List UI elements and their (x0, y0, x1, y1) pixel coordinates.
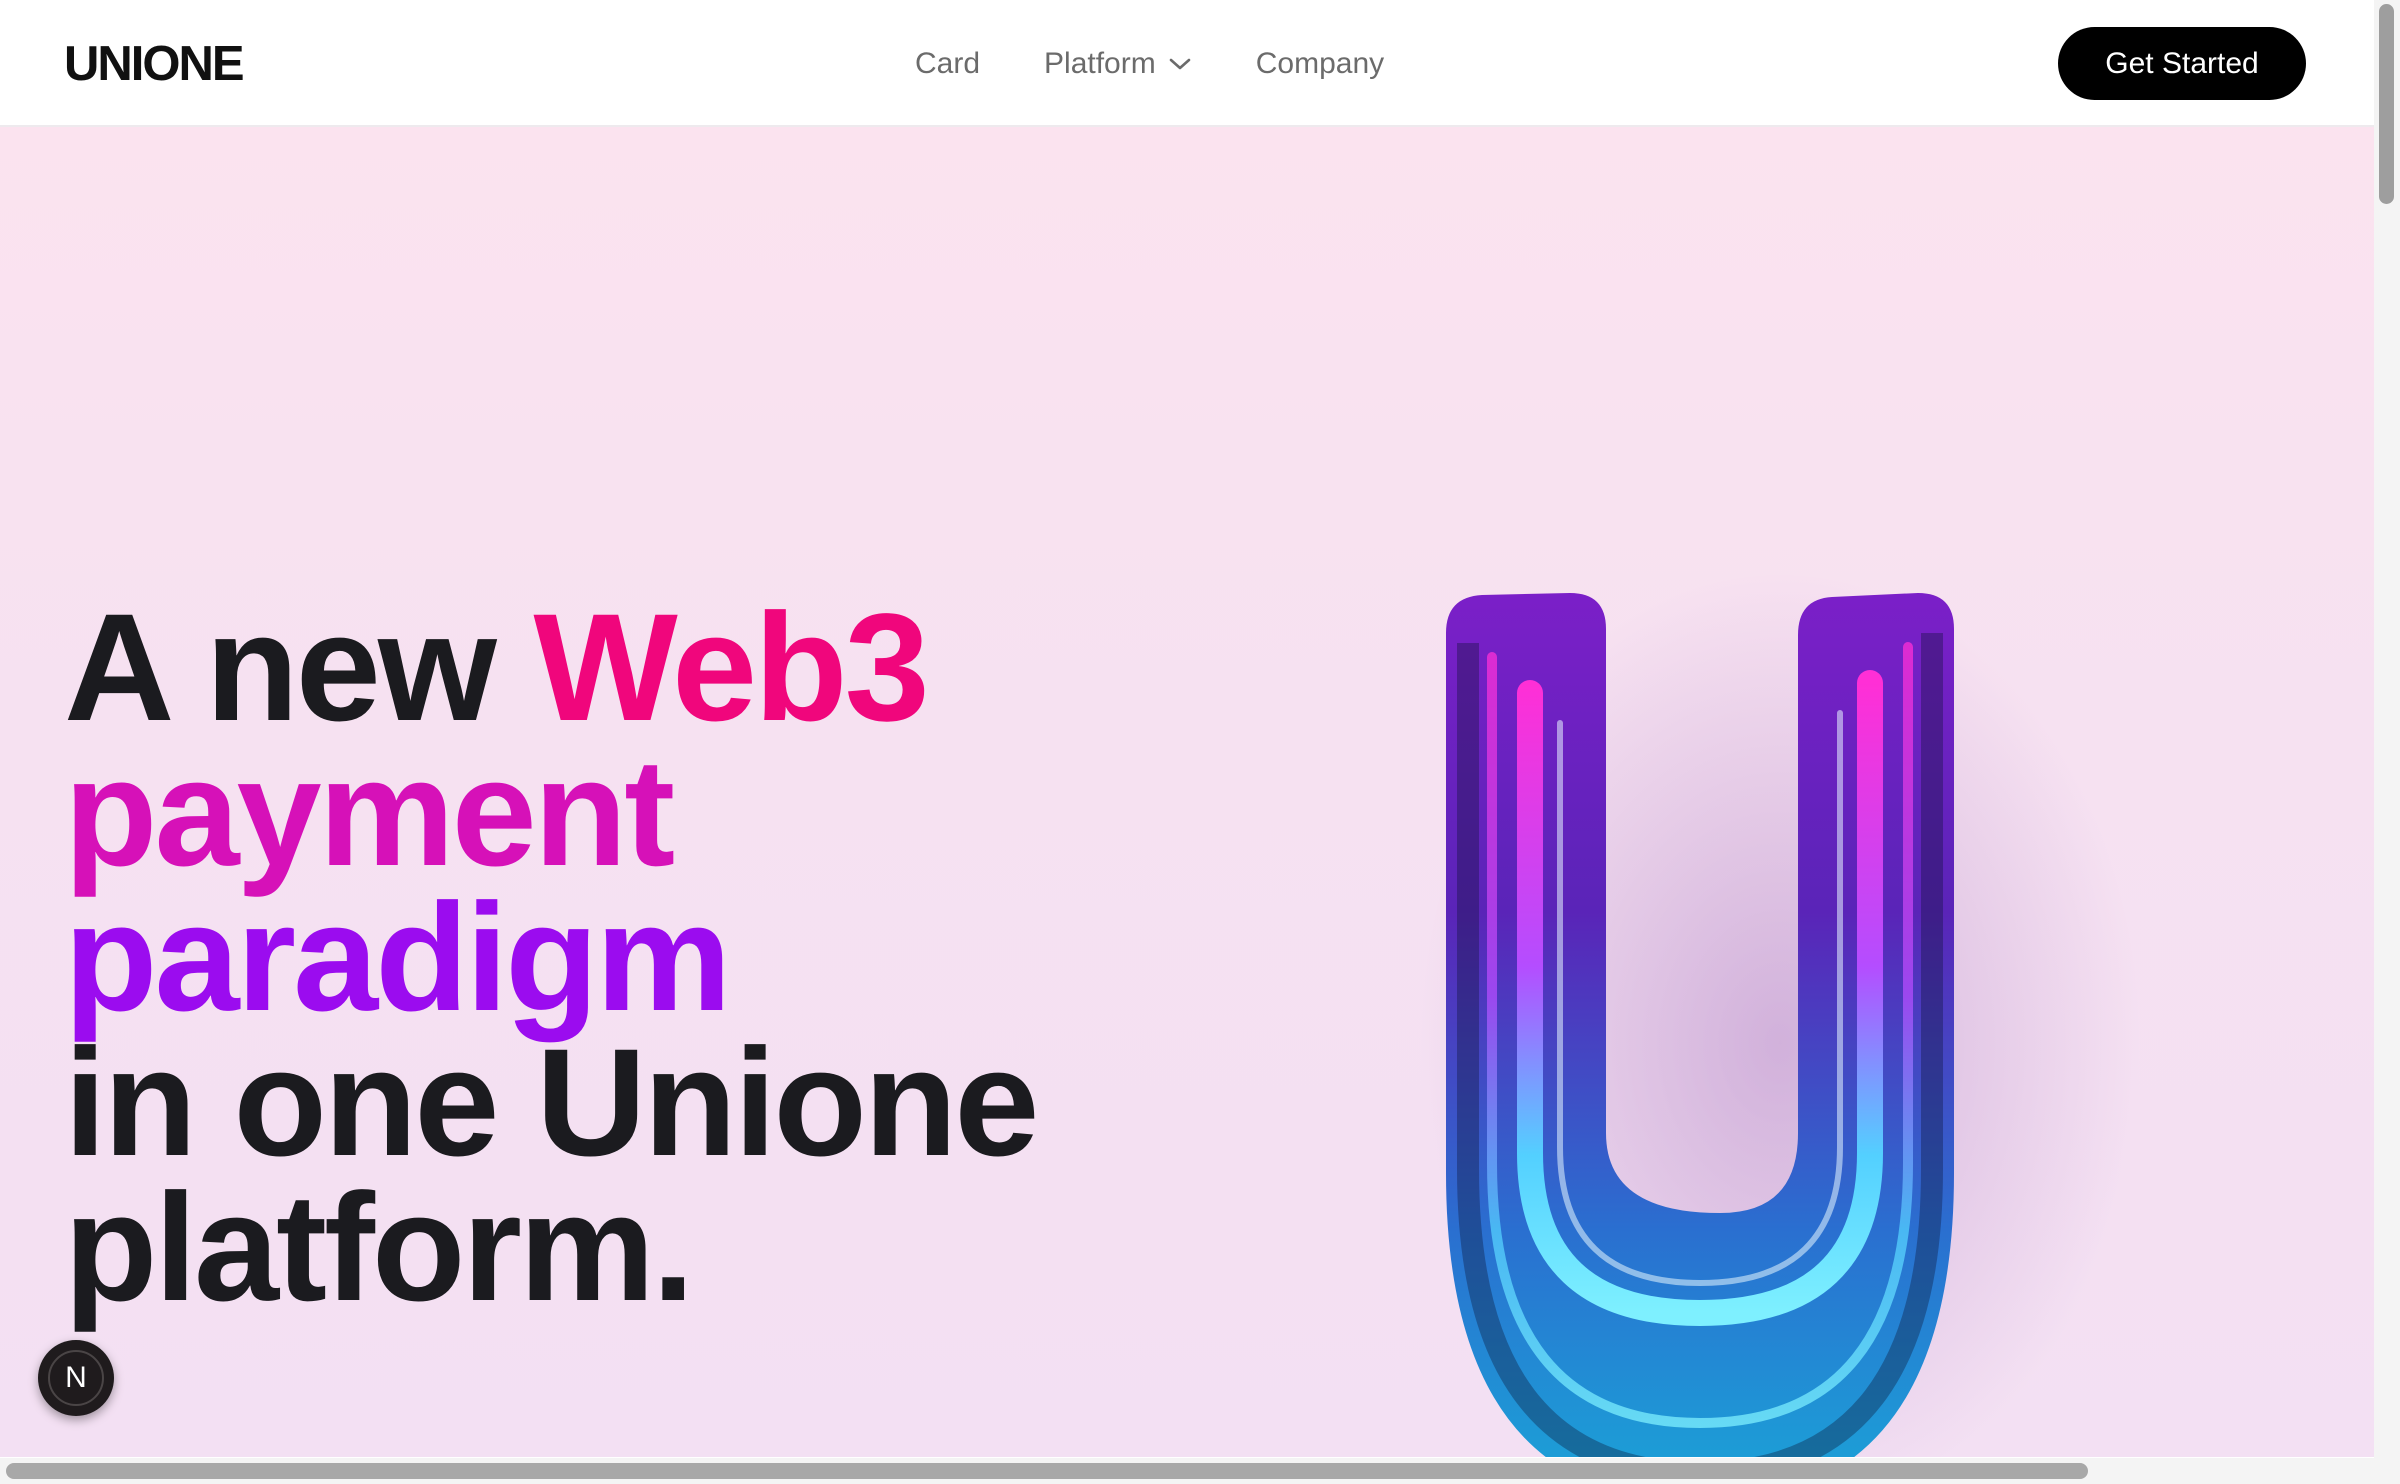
neon-u-logo-image (1420, 573, 2140, 1457)
nextjs-dev-badge[interactable]: N (38, 1340, 114, 1416)
vertical-scrollbar[interactable] (2374, 0, 2400, 1458)
nav-link-company[interactable]: Company (1256, 44, 1384, 84)
brand-logo[interactable]: UNIONE (64, 36, 245, 92)
nav-links: Card Platform Company (915, 44, 1448, 84)
hero-headline: A new Web3 payment paradigm in one Union… (64, 591, 1039, 1333)
nav-link-label: Card (915, 47, 981, 80)
hero-section: A new Web3 payment paradigm in one Union… (0, 127, 2374, 1457)
headline-line-paradigm: paradigm (64, 872, 732, 1043)
nav-link-label: Company (1255, 47, 1385, 80)
headline-line-1: A new Web3 (64, 591, 1036, 744)
headline-line-unione: in one Unione (64, 1017, 1039, 1188)
horizontal-scrollbar[interactable] (0, 1458, 2400, 1484)
nav-link-label: Platform (1044, 47, 1156, 80)
headline-line-platform: platform. (64, 1162, 695, 1333)
vertical-scrollbar-thumb[interactable] (2379, 4, 2394, 204)
chevron-down-icon (1169, 58, 1191, 70)
nav-link-platform[interactable]: Platform (1044, 44, 1192, 84)
horizontal-scrollbar-thumb[interactable] (6, 1463, 2088, 1479)
top-navbar: UNIONE Card Platform Company Get Started (0, 0, 2374, 127)
headline-line-payment: payment (64, 727, 675, 898)
nav-link-card[interactable]: Card (915, 44, 980, 84)
get-started-button[interactable]: Get Started (2058, 27, 2306, 100)
nextjs-logo-icon: N (48, 1350, 104, 1406)
